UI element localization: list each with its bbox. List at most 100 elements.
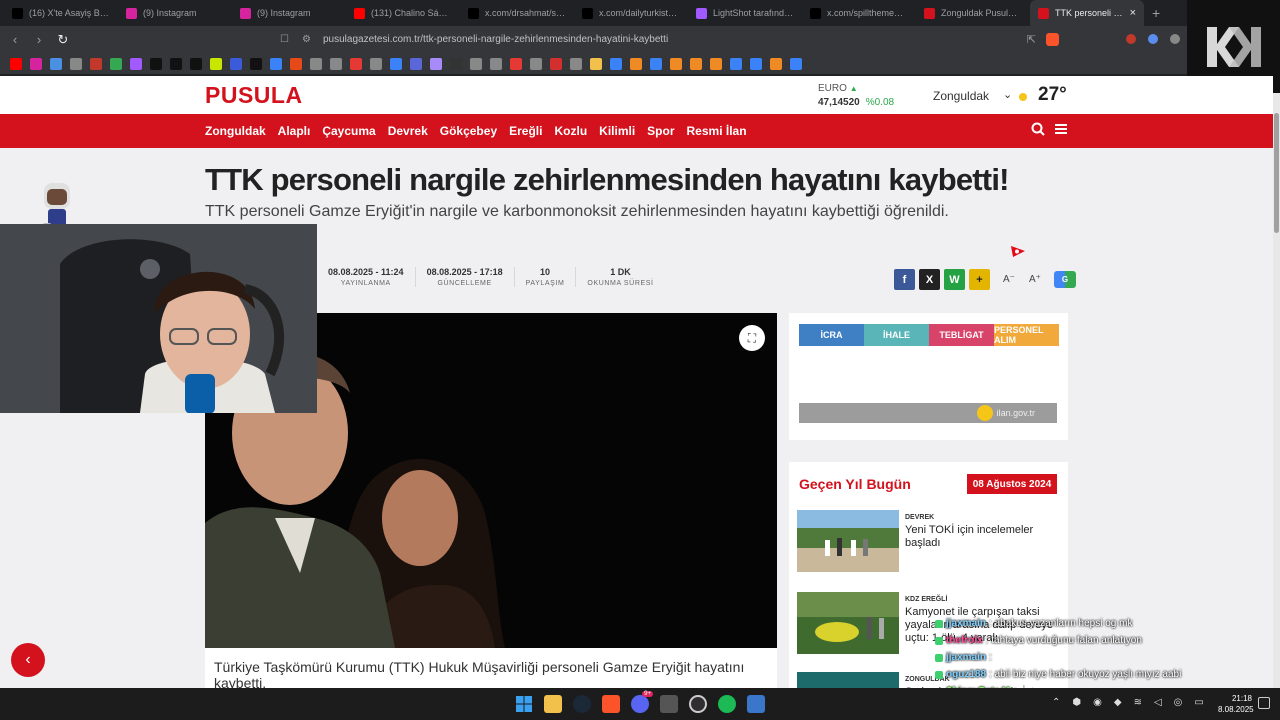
bookmark-favicon-icon[interactable]	[410, 57, 422, 70]
tray-brave-icon[interactable]: ◆	[1114, 697, 1122, 708]
ad-tab[interactable]: İHALE	[864, 324, 929, 346]
bookmark-favicon-icon[interactable]	[610, 57, 622, 70]
more-share-icon[interactable]: +	[969, 269, 990, 290]
browser-tab[interactable]: Zonguldak Pusula Son	[916, 0, 1030, 26]
nav-link[interactable]: Resmi İlan	[687, 124, 747, 138]
bookmark-favicon-icon[interactable]	[550, 57, 562, 70]
bookmark-favicon-icon[interactable]	[70, 57, 82, 70]
nav-link[interactable]: Zonguldak	[205, 124, 266, 138]
nav-link[interactable]: Alaplı	[278, 124, 311, 138]
bookmark-favicon-icon[interactable]	[730, 57, 742, 70]
expand-image-icon[interactable]: ⛶	[739, 325, 765, 351]
ad-tab[interactable]: PERSONEL ALIM	[994, 324, 1059, 346]
nav-link[interactable]: Spor	[647, 124, 674, 138]
spotify-icon[interactable]	[718, 695, 736, 713]
forward-arrow-icon[interactable]: ›	[32, 32, 46, 47]
bookmark-favicon-icon[interactable]	[230, 57, 242, 70]
notification-icon[interactable]	[1258, 697, 1270, 709]
bookmark-favicon-icon[interactable]	[630, 57, 642, 70]
bookmark-favicon-icon[interactable]	[310, 57, 322, 70]
browser-tab[interactable]: TTK personeli nargile ×	[1030, 0, 1144, 26]
city-select[interactable]: Zonguldak	[933, 89, 989, 103]
bookmark-favicon-icon[interactable]	[30, 57, 42, 70]
bookmark-favicon-icon[interactable]	[430, 57, 442, 70]
whatsapp-share-icon[interactable]: W	[944, 269, 965, 290]
news-thumbnail[interactable]	[797, 672, 899, 688]
reload-icon[interactable]: ↻	[56, 32, 70, 48]
app2-icon[interactable]	[747, 695, 765, 713]
bookmark-favicon-icon[interactable]	[670, 57, 682, 70]
bookmark-icon[interactable]: ☐	[280, 34, 289, 45]
bookmark-favicon-icon[interactable]	[50, 57, 62, 70]
address-bar[interactable]: ☐ ⚙ pusulagazetesi.com.tr/ttk-personeli-…	[80, 29, 1017, 50]
back-button[interactable]: ‹	[11, 643, 45, 677]
news-thumbnail[interactable]	[797, 510, 899, 572]
ad-tab[interactable]: TEBLİGAT	[929, 324, 994, 346]
back-arrow-icon[interactable]: ‹	[8, 32, 22, 47]
bookmark-favicon-icon[interactable]	[350, 57, 362, 70]
bookmark-favicon-icon[interactable]	[150, 57, 162, 70]
browser-tab[interactable]: x.com/spillthememes/	[802, 0, 916, 26]
discord-icon[interactable]: 9+	[631, 691, 653, 713]
bookmark-favicon-icon[interactable]	[170, 57, 182, 70]
bookmark-favicon-icon[interactable]	[490, 57, 502, 70]
bookmark-favicon-icon[interactable]	[370, 57, 382, 70]
bookmark-favicon-icon[interactable]	[190, 57, 202, 70]
obs-icon[interactable]	[689, 695, 707, 713]
bookmark-favicon-icon[interactable]	[750, 57, 762, 70]
app-icon[interactable]	[660, 695, 678, 713]
bookmark-favicon-icon[interactable]	[330, 57, 342, 70]
news-headline[interactable]: Yeni TOKİ için incelemeler başladı	[905, 524, 1057, 550]
font-increase-button[interactable]: A⁺	[1028, 274, 1042, 285]
browser-tab[interactable]: LightShot tarafından E	[688, 0, 802, 26]
share-page-icon[interactable]: ⇱	[1027, 33, 1036, 46]
tray-chevron-icon[interactable]: ⌃	[1052, 697, 1060, 708]
bookmark-favicon-icon[interactable]	[590, 57, 602, 70]
bookmark-favicon-icon[interactable]	[270, 57, 282, 70]
x-share-icon[interactable]: X	[919, 269, 940, 290]
ilan-gov-bar[interactable]: ilan.gov.tr	[799, 403, 1057, 423]
volume-icon[interactable]: ◁	[1154, 697, 1162, 708]
nav-link[interactable]: Kilimli	[599, 124, 635, 138]
bookmark-favicon-icon[interactable]	[790, 57, 802, 70]
bookmark-favicon-icon[interactable]	[390, 57, 402, 70]
bookmark-favicon-icon[interactable]	[450, 57, 462, 70]
bookmark-favicon-icon[interactable]	[250, 57, 262, 70]
nav-link[interactable]: Devrek	[388, 124, 428, 138]
gecen-yil-item[interactable]: DEVREK Yeni TOKİ için incelemeler başladı	[797, 510, 1061, 574]
bookmark-favicon-icon[interactable]	[650, 57, 662, 70]
chevron-down-icon[interactable]: ⌄	[1003, 88, 1012, 101]
wifi-icon[interactable]: ≋	[1134, 697, 1142, 708]
new-tab-icon[interactable]: +	[1144, 5, 1168, 21]
browser-tab[interactable]: (131) Chalino Sánchez	[346, 0, 460, 26]
google-news-icon[interactable]: G	[1054, 271, 1076, 288]
bookmark-favicon-icon[interactable]	[510, 57, 522, 70]
nav-link[interactable]: Kozlu	[554, 124, 587, 138]
audio-extension-icon[interactable]	[1148, 34, 1158, 44]
bookmark-favicon-icon[interactable]	[770, 57, 782, 70]
site-info-icon[interactable]: ⚙	[302, 34, 311, 45]
system-clock[interactable]: 21:18 8.08.2025	[1218, 693, 1254, 715]
browser-tab[interactable]: (16) X'te Asayiş Berkem	[4, 0, 118, 26]
extension-icon[interactable]	[1170, 34, 1180, 44]
battery-icon[interactable]: ▭	[1194, 697, 1203, 708]
bookmark-favicon-icon[interactable]	[570, 57, 582, 70]
ublock-extension-icon[interactable]	[1126, 34, 1136, 44]
menu-icon[interactable]	[1054, 122, 1068, 139]
bookmark-favicon-icon[interactable]	[690, 57, 702, 70]
bookmark-favicon-icon[interactable]	[90, 57, 102, 70]
font-decrease-button[interactable]: A⁻	[1002, 274, 1016, 285]
bookmark-favicon-icon[interactable]	[290, 57, 302, 70]
browser-tab[interactable]: x.com/dailyturkist_/sta	[574, 0, 688, 26]
search-icon[interactable]	[1031, 122, 1045, 139]
brave-shield-icon[interactable]	[1046, 33, 1059, 46]
bookmark-favicon-icon[interactable]	[130, 57, 142, 70]
bookmark-favicon-icon[interactable]	[470, 57, 482, 70]
browser-tab[interactable]: (9) Instagram	[118, 0, 232, 26]
tray-app-icon[interactable]: ⬢	[1072, 697, 1081, 708]
bookmark-favicon-icon[interactable]	[210, 57, 222, 70]
browser-tab[interactable]: (9) Instagram	[232, 0, 346, 26]
close-tab-icon[interactable]: ×	[1130, 7, 1136, 19]
brave-browser-icon[interactable]	[602, 695, 620, 713]
windows-start-icon[interactable]	[515, 695, 533, 713]
